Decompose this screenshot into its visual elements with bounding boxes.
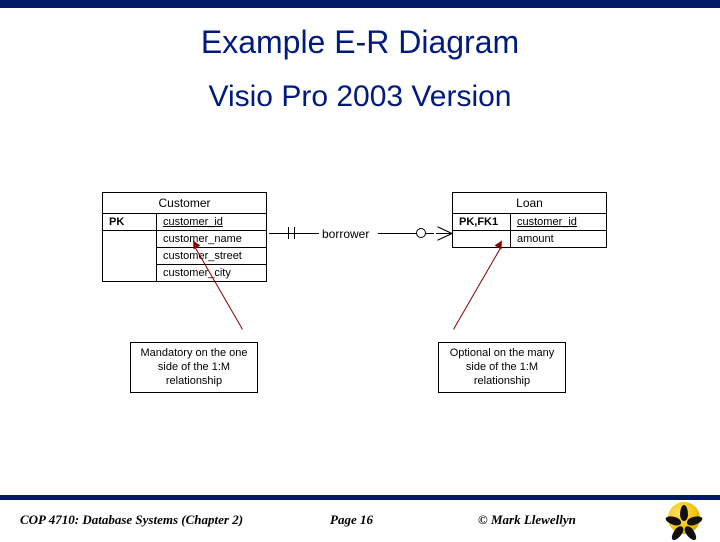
- footer-course: COP 4710: Database Systems (Chapter 2): [20, 512, 243, 528]
- customer-attr: customer_name: [157, 231, 267, 248]
- loan-pk-attr: customer_id: [511, 214, 607, 231]
- top-accent-bar: [0, 0, 720, 8]
- customer-pk-attr: customer_id: [157, 214, 267, 231]
- entity-customer: Customer PK customer_id customer_name cu…: [102, 192, 267, 282]
- customer-attr: customer_city: [157, 265, 267, 282]
- entity-customer-name: Customer: [102, 192, 267, 213]
- callout-mandatory-one: Mandatory on the one side of the 1:M rel…: [130, 342, 258, 393]
- loan-pk-label: PK,FK1: [453, 214, 511, 231]
- footer-copyright: © Mark Llewellyn: [478, 512, 576, 528]
- relationship-label: borrower: [322, 227, 369, 241]
- ucf-pegasus-logo: [668, 502, 700, 534]
- slide-subtitle: Visio Pro 2003 Version: [0, 80, 720, 114]
- mandatory-one-tick-icon: [294, 227, 295, 239]
- customer-blank-keycol: [103, 231, 157, 282]
- entity-loan-name: Loan: [452, 192, 607, 213]
- callout-arrow-right: [453, 248, 501, 330]
- footer-page: Page 16: [330, 512, 373, 528]
- optional-circle-icon: [416, 228, 426, 238]
- callout-optional-many: Optional on the many side of the 1:M rel…: [438, 342, 566, 393]
- footer-accent-bar: [0, 495, 720, 500]
- customer-attr: customer_street: [157, 248, 267, 265]
- slide-title: Example E-R Diagram: [0, 24, 720, 61]
- entity-loan: Loan PK,FK1 customer_id amount: [452, 192, 607, 248]
- mandatory-one-tick-icon: [288, 227, 289, 239]
- customer-pk-label: PK: [103, 214, 157, 231]
- loan-attr: amount: [511, 231, 607, 248]
